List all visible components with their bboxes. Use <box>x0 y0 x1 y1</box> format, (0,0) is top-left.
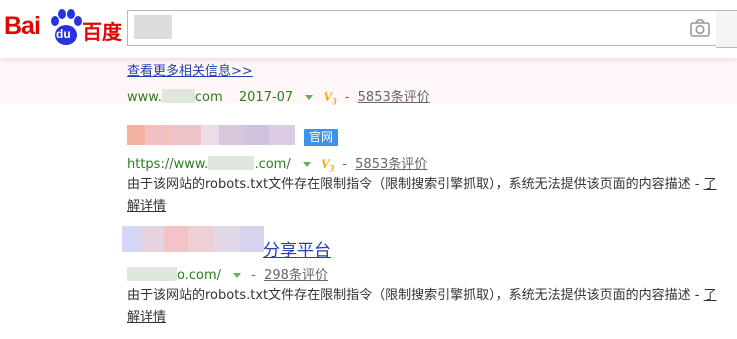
abstract-text: 由于该网站的robots.txt文件存在限制指令（限制搜索引擎抓取），系统无法提… <box>127 288 704 303</box>
chevron-down-icon[interactable] <box>233 273 242 278</box>
search-input[interactable] <box>178 16 682 40</box>
result-2-title-blurred[interactable] <box>127 125 295 145</box>
result-3-abstract: 由于该网站的robots.txt文件存在限制指令（限制搜索引擎抓取），系统无法提… <box>127 285 727 329</box>
result-3-title-blurred[interactable] <box>122 226 264 252</box>
logo-chinese: 百度 <box>82 20 122 44</box>
separator: - <box>344 90 350 105</box>
more-info-link[interactable]: 查看更多相关信息>> <box>127 60 253 79</box>
url-prefix: https://www. <box>127 157 209 172</box>
logo-paw-text: du <box>56 27 71 41</box>
v-level-icon[interactable]: V3 <box>324 89 337 107</box>
separator: - <box>342 157 348 172</box>
chevron-down-icon[interactable] <box>305 95 314 100</box>
blurred-query <box>134 15 172 39</box>
rating-link[interactable]: 5853条评价 <box>358 90 430 105</box>
v-level-icon[interactable]: V3 <box>321 156 334 174</box>
result-2-url-row: https://www. .com/ V3 - 5853条评价 <box>127 153 427 174</box>
rating-link[interactable]: 5853条评价 <box>355 157 427 172</box>
abstract-text: 由于该网站的robots.txt文件存在限制指令（限制搜索引擎抓取），系统无法提… <box>127 177 704 192</box>
result-2-abstract: 由于该网站的robots.txt文件存在限制指令（限制搜索引擎抓取），系统无法提… <box>127 174 727 218</box>
logo-latin: Bai <box>4 12 41 40</box>
official-site-badge[interactable]: 官网 <box>304 129 339 146</box>
search-box[interactable] <box>127 10 717 46</box>
blurred-domain <box>127 267 177 281</box>
result-date: 2017-07 <box>238 90 294 105</box>
result-3-url-row: o.com/ - 298条评价 <box>127 264 328 283</box>
separator: - <box>251 268 256 283</box>
baidu-logo[interactable]: Bai du 百度 <box>4 8 122 48</box>
search-header: Bai du 百度 <box>0 0 737 58</box>
url-suffix: o.com/ <box>177 268 222 283</box>
chevron-down-icon[interactable] <box>302 162 311 167</box>
url-suffix: .com/ <box>254 157 291 172</box>
url-prefix: www. <box>127 90 162 105</box>
result-1-url-row: www. com 2017-07 V3 - 5853条评价 <box>127 86 430 107</box>
blurred-domain <box>161 89 195 103</box>
camera-icon[interactable] <box>689 17 711 39</box>
blurred-domain <box>208 156 255 170</box>
search-button[interactable] <box>716 10 737 48</box>
url-suffix: com <box>194 90 223 105</box>
rating-link[interactable]: 298条评价 <box>264 268 328 283</box>
result-3-title[interactable]: 分享平台 <box>263 236 331 261</box>
